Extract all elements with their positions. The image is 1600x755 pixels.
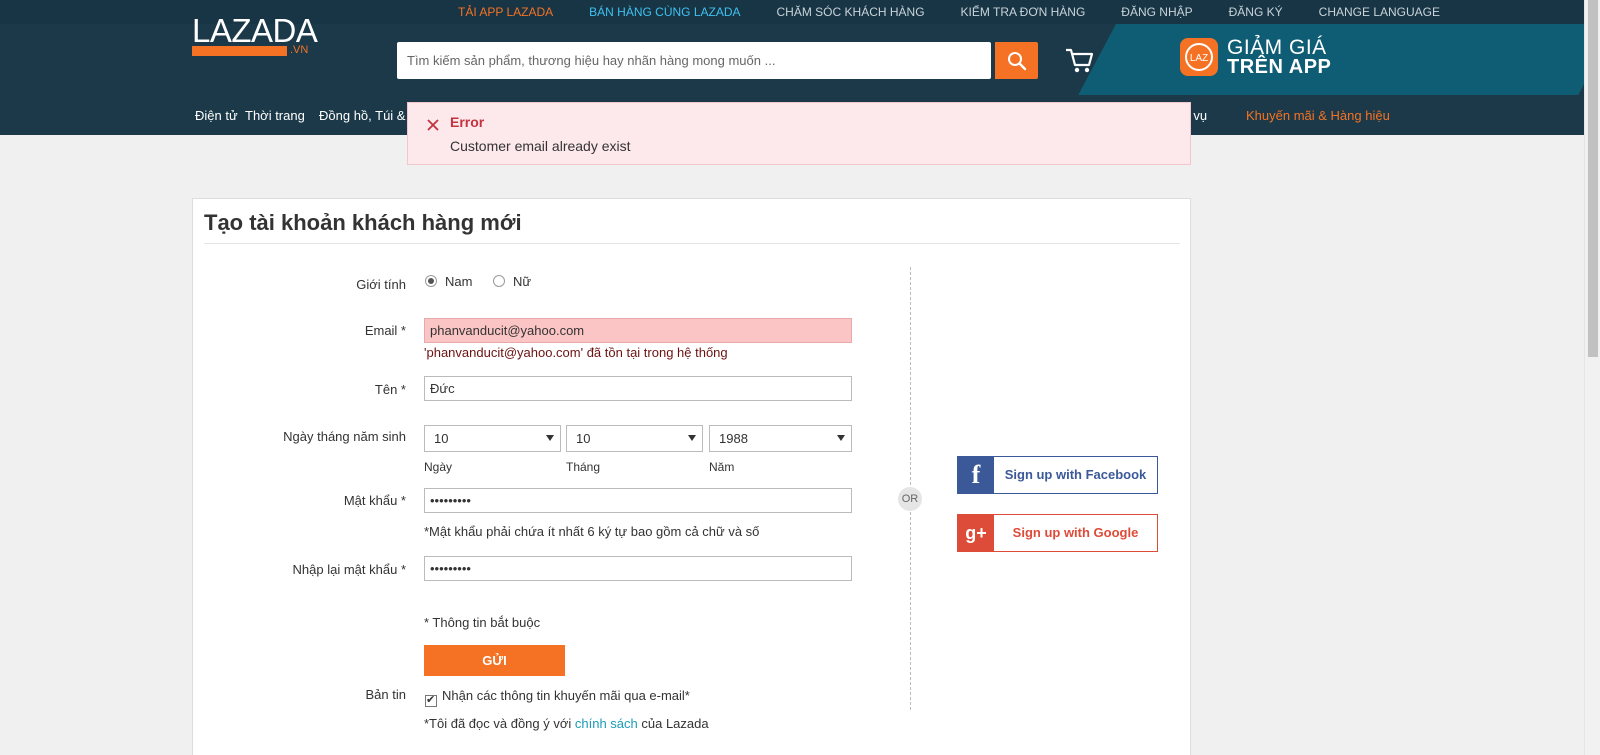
gender-male-label[interactable]: Nam xyxy=(445,274,472,289)
toast-title: Error xyxy=(450,114,485,130)
error-toast: Error Customer email already exist xyxy=(407,102,1191,165)
title-divider xyxy=(204,243,1180,244)
register-card: Tạo tài khoản khách hàng mới Giới tính N… xyxy=(192,198,1191,755)
password-label: Mật khẩu * xyxy=(343,493,406,508)
email-label: Email * xyxy=(364,323,406,338)
google-signup-button[interactable]: g+ Sign up with Google xyxy=(957,514,1158,552)
logo-underline xyxy=(192,46,287,56)
top-link-customer-care[interactable]: CHĂM SÓC KHÁCH HÀNG xyxy=(777,5,925,19)
logo-text: LAZADA xyxy=(192,12,318,49)
cart-icon xyxy=(1066,48,1094,73)
top-link-download-app[interactable]: TẢI APP LAZADA xyxy=(458,5,553,19)
app-promo-line2: TRÊN APP xyxy=(1227,56,1332,78)
policy-link[interactable]: chính sách xyxy=(575,716,638,731)
dob-year-select[interactable]: 1988 xyxy=(709,425,852,452)
chevron-down-icon xyxy=(688,435,696,441)
laz-app-icon: LAZ xyxy=(1180,38,1218,76)
dob-year-value: 1988 xyxy=(719,431,748,446)
month-caption: Tháng xyxy=(566,460,601,474)
app-promo-banner[interactable]: LAZ GIẢM GIÁ TRÊN APP xyxy=(1180,36,1340,80)
top-link-sell-with-lazada[interactable]: BÁN HÀNG CÙNG LAZADA xyxy=(589,5,740,19)
policy-text: *Tôi đã đọc và đồng ý với chính sách của… xyxy=(424,716,709,731)
gender-male-radio[interactable] xyxy=(425,275,437,287)
newsletter-label: Bản tin xyxy=(365,687,406,702)
top-link-change-language[interactable]: CHANGE LANGUAGE xyxy=(1319,5,1440,19)
day-caption: Ngày xyxy=(424,460,453,474)
nav-item-promotions[interactable]: Khuyến mãi & Hàng hiệu xyxy=(1246,108,1390,123)
password-hint: *Mật khẩu phải chứa ít nhất 6 ký tự bao … xyxy=(424,524,760,539)
policy-suffix: của Lazada xyxy=(637,716,709,731)
toast-message: Customer email already exist xyxy=(450,138,631,154)
confirm-password-label: Nhập lại mật khẩu * xyxy=(292,562,406,577)
name-field[interactable]: Đức xyxy=(424,376,852,401)
page-scrollbar-thumb[interactable] xyxy=(1588,0,1598,357)
dob-month-select[interactable]: 10 xyxy=(566,425,703,452)
newsletter-text[interactable]: Nhận các thông tin khuyến mãi qua e-mail… xyxy=(442,688,690,703)
search-box xyxy=(397,42,991,79)
nav-item-watches-bags[interactable]: Đồng hồ, Túi & F xyxy=(319,108,417,123)
search-button[interactable] xyxy=(995,42,1038,79)
gender-female-label[interactable]: Nữ xyxy=(513,274,531,289)
name-label: Tên * xyxy=(374,382,406,397)
nav-item-fashion[interactable]: Thời trang xyxy=(245,108,305,123)
policy-prefix: *Tôi đã đọc và đồng ý với xyxy=(424,716,575,731)
app-logo-text: LAZ xyxy=(1190,53,1208,64)
facebook-signup-label: Sign up with Facebook xyxy=(1004,467,1147,482)
nav-item-electronics[interactable]: Điện tử xyxy=(195,108,238,123)
confirm-password-field[interactable]: ••••••••• xyxy=(424,556,852,581)
search-input[interactable] xyxy=(397,42,977,79)
email-error: 'phanvanducit@yahoo.com' đã tồn tại tron… xyxy=(424,345,728,360)
top-links: TẢI APP LAZADA BÁN HÀNG CÙNG LAZADA CHĂM… xyxy=(458,0,1476,24)
google-signup-label: Sign up with Google xyxy=(1012,525,1139,540)
dob-month-value: 10 xyxy=(576,431,591,446)
newsletter-checkbox[interactable] xyxy=(425,693,437,707)
password-field[interactable]: ••••••••• xyxy=(424,488,852,513)
chevron-down-icon xyxy=(837,435,845,441)
google-plus-icon: g+ xyxy=(958,515,994,551)
close-icon[interactable] xyxy=(426,118,440,132)
cart-button[interactable] xyxy=(1064,46,1094,74)
dob-label: Ngày tháng năm sinh xyxy=(283,429,406,444)
or-badge: OR xyxy=(898,487,922,511)
lazada-logo[interactable]: LAZADA .VN xyxy=(192,12,318,57)
gender-female-radio[interactable] xyxy=(493,275,505,287)
gender-label: Giới tính xyxy=(356,277,406,292)
top-link-register[interactable]: ĐĂNG KÝ xyxy=(1229,5,1283,19)
top-link-track-order[interactable]: KIỂM TRA ĐƠN HÀNG xyxy=(961,5,1086,19)
chevron-down-icon xyxy=(546,435,554,441)
top-link-login[interactable]: ĐĂNG NHẬP xyxy=(1121,5,1192,19)
search-icon xyxy=(1007,51,1026,70)
year-caption: Năm xyxy=(709,460,735,474)
dob-day-value: 10 xyxy=(434,431,449,446)
dob-day-select[interactable]: 10 xyxy=(424,425,561,452)
facebook-icon: f xyxy=(958,457,994,493)
required-note: * Thông tin bắt buộc xyxy=(424,615,541,630)
submit-button[interactable]: GỬI xyxy=(424,645,565,676)
facebook-signup-button[interactable]: f Sign up with Facebook xyxy=(957,456,1158,494)
page-title: Tạo tài khoản khách hàng mới xyxy=(204,210,522,235)
email-field[interactable]: phanvanducit@yahoo.com xyxy=(424,318,852,343)
logo-suffix: .VN xyxy=(290,44,309,56)
